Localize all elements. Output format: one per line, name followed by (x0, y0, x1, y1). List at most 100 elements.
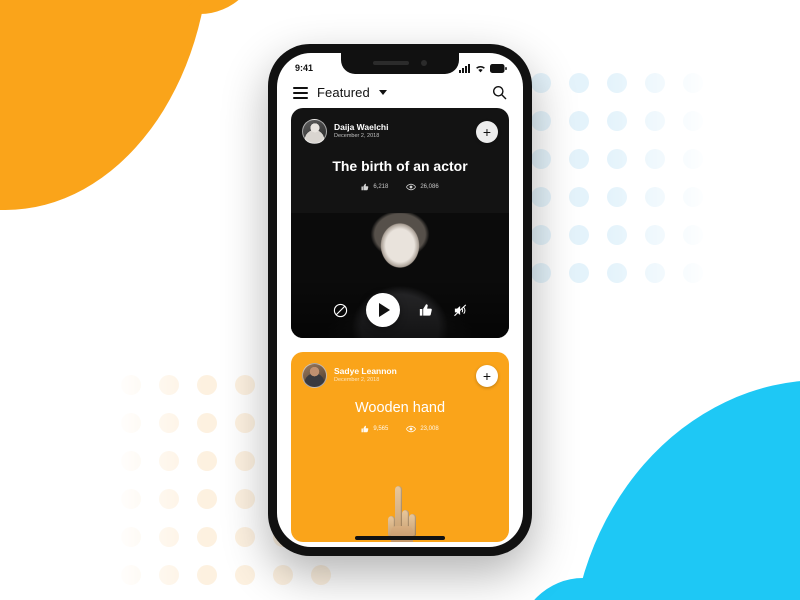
grid-dot (235, 375, 255, 395)
author-name: Sadye Leannon (334, 365, 397, 376)
views-count: 23,008 (420, 426, 439, 432)
grid-dot (121, 489, 141, 509)
home-indicator[interactable] (355, 536, 445, 540)
thumbs-up-icon (361, 425, 369, 433)
card-stats: 9,565 23,008 (291, 425, 509, 433)
screenshot-canvas: 9:41 Featured Daija Waelchi December 2, … (0, 0, 800, 600)
grid-dot (197, 527, 217, 547)
grid-dot (607, 149, 627, 169)
thumbs-up-icon (361, 183, 369, 191)
grid-dot (645, 73, 665, 93)
follow-button[interactable]: + (476, 364, 498, 387)
feed-card-orange[interactable]: Sadye Leannon December 2, 2018 + Wooden … (291, 352, 509, 542)
grid-dot (607, 263, 627, 283)
play-button[interactable] (366, 293, 400, 327)
card-stats: 6,218 26,086 (291, 183, 509, 191)
card-title: The birth of an actor (332, 158, 468, 174)
grid-dot (645, 263, 665, 283)
grid-dot (531, 225, 551, 245)
grid-dot (683, 73, 703, 93)
card-header: Daija Waelchi December 2, 2018 + (291, 108, 509, 144)
card-header: Sadye Leannon December 2, 2018 + (291, 352, 509, 388)
likes-stat: 9,565 (361, 425, 388, 433)
likes-count: 9,565 (373, 426, 389, 432)
thumbs-up-icon[interactable] (418, 302, 434, 318)
block-icon[interactable] (332, 302, 348, 318)
status-bar-time: 9:41 (295, 63, 314, 73)
grid-dot (235, 489, 255, 509)
grid-dot (121, 413, 141, 433)
feed-card-dark[interactable]: Daija Waelchi December 2, 2018 + The bir… (291, 108, 509, 338)
grid-dot (645, 149, 665, 169)
grid-dot (159, 527, 179, 547)
avatar (302, 363, 327, 388)
phone-mockup: 9:41 Featured Daija Waelchi December 2, … (268, 44, 532, 556)
eye-icon (406, 425, 417, 433)
chevron-down-icon[interactable] (378, 90, 387, 95)
app-bar: Featured (277, 79, 523, 108)
grid-dot (159, 565, 179, 585)
search-icon[interactable] (492, 85, 507, 100)
grid-dot (197, 451, 217, 471)
volume-mute-icon[interactable] (452, 302, 468, 318)
grid-dot (531, 263, 551, 283)
grid-dot (569, 225, 589, 245)
grid-dot (531, 73, 551, 93)
front-camera (421, 60, 427, 66)
follow-button[interactable]: + (476, 120, 498, 143)
grid-dot (197, 375, 217, 395)
grid-dot (159, 451, 179, 471)
grid-dot (159, 375, 179, 395)
wooden-hand-illustration (385, 486, 416, 542)
grid-dot (197, 413, 217, 433)
grid-dot (569, 111, 589, 131)
grid-dot (683, 187, 703, 207)
likes-count: 6,218 (373, 184, 389, 190)
eye-icon (406, 183, 417, 191)
card-title: Wooden hand (354, 400, 446, 416)
page-title: Featured (317, 85, 370, 100)
grid-dot (121, 565, 141, 585)
author-block: Daija Waelchi December 2, 2018 (334, 122, 469, 141)
grid-dot (197, 565, 217, 585)
views-stat: 23,008 (406, 425, 439, 433)
grid-dot (311, 565, 331, 585)
grid-dot (645, 225, 665, 245)
grid-dot (645, 187, 665, 207)
hamburger-menu-icon[interactable] (293, 86, 308, 99)
grid-dot (121, 527, 141, 547)
battery-icon (490, 63, 507, 73)
cellular-signal-icon (459, 63, 471, 73)
grid-dot (569, 187, 589, 207)
feed-list[interactable]: Daija Waelchi December 2, 2018 + The bir… (277, 108, 523, 542)
grid-dot (235, 565, 255, 585)
grid-dot (683, 263, 703, 283)
grid-dot (683, 111, 703, 131)
wifi-icon (475, 64, 486, 73)
earpiece-speaker (373, 61, 409, 65)
avatar (302, 119, 327, 144)
views-count: 26,086 (420, 184, 439, 190)
grid-dot (273, 565, 293, 585)
video-controls (291, 288, 509, 332)
likes-stat: 6,218 (361, 183, 388, 191)
blue-background-blob (570, 380, 800, 600)
grid-dot (607, 111, 627, 131)
author-name: Daija Waelchi (334, 121, 389, 132)
phone-notch (341, 53, 459, 74)
grid-dot (531, 187, 551, 207)
grid-dot (607, 225, 627, 245)
play-icon (379, 303, 390, 317)
grid-dot (531, 149, 551, 169)
grid-dot (121, 451, 141, 471)
grid-dot (531, 111, 551, 131)
grid-dot (645, 111, 665, 131)
grid-dot (569, 263, 589, 283)
grid-dot (569, 73, 589, 93)
views-stat: 26,086 (406, 183, 439, 191)
grid-dot (159, 413, 179, 433)
grid-dot (159, 489, 179, 509)
post-date: December 2, 2018 (334, 377, 380, 384)
dot-row (112, 556, 340, 594)
post-image[interactable] (291, 482, 509, 542)
